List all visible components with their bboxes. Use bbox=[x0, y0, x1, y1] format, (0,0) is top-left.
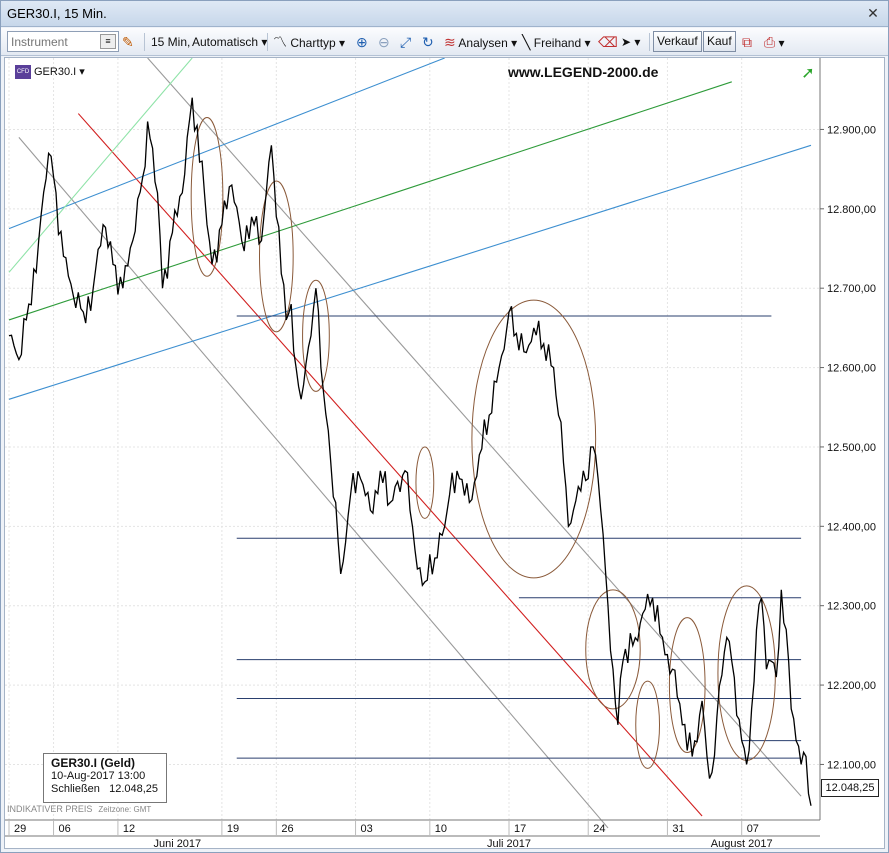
chevron-down-icon: ▾ bbox=[339, 36, 346, 50]
toolbar-separator bbox=[649, 33, 650, 51]
chevron-down-icon: ▾ bbox=[79, 66, 85, 78]
analysen-menu[interactable]: ≋ Analysen ▾ bbox=[444, 32, 517, 52]
x-tick-label: 12 bbox=[123, 823, 135, 835]
y-tick-label: 12.200,00 bbox=[827, 680, 876, 692]
line-chart-icon: 〽 bbox=[273, 34, 287, 50]
x-tick-label: 06 bbox=[59, 823, 71, 835]
symbol-label: GER30.I bbox=[34, 66, 77, 78]
x-tick-label: 19 bbox=[227, 823, 239, 835]
fit-icon[interactable]: ⤢ bbox=[400, 32, 411, 52]
price-info-box: GER30.I (Geld) 10-Aug-2017 13:00 Schließ… bbox=[43, 753, 167, 803]
chevron-down-icon: ▾ bbox=[778, 36, 785, 50]
kauf-button[interactable]: Kauf bbox=[703, 31, 736, 52]
y-tick-label: 12.800,00 bbox=[827, 204, 876, 216]
y-tick-label: 12.400,00 bbox=[827, 521, 876, 533]
trend-up-icon: ➚ bbox=[801, 65, 814, 82]
chart-window: GER30.I, 15 Min. ✕ ≡ ✎ 15 Min, Automatis… bbox=[0, 0, 889, 853]
chevron-down-icon: ▾ bbox=[584, 36, 591, 50]
print-icon: ⎙ bbox=[764, 34, 776, 50]
scale-label: Automatisch bbox=[192, 35, 259, 49]
footer-note: INDIKATIVER PREIS Zeitzone: GMT bbox=[7, 804, 151, 814]
chart-style-icon[interactable]: ✎ bbox=[122, 32, 134, 52]
x-tick-label: 17 bbox=[514, 823, 526, 835]
y-tick-label: 12.900,00 bbox=[827, 124, 876, 136]
charttype-label: Charttyp bbox=[290, 36, 336, 50]
analysen-label: Analysen bbox=[458, 36, 508, 50]
instrument-box: ≡ bbox=[7, 31, 119, 52]
compare-icon[interactable]: ⧉ bbox=[742, 32, 752, 52]
charttype-selector[interactable]: 〽 Charttyp ▾ bbox=[273, 32, 345, 52]
list-icon[interactable]: ≡ bbox=[100, 34, 116, 49]
cfd-logo-icon: CFD bbox=[15, 65, 31, 80]
month-label: Juli 2017 bbox=[487, 838, 531, 850]
indicative-price-label: INDIKATIVER PREIS bbox=[7, 804, 93, 814]
refresh-icon[interactable]: ↻ bbox=[422, 32, 434, 52]
x-tick-label: 26 bbox=[281, 823, 293, 835]
chart-area[interactable]: 12.100,00 12.200,00 12.300,00 12.400,00 12.5… bbox=[4, 57, 886, 850]
cursor-icon: ➤ bbox=[621, 35, 632, 49]
close-icon[interactable]: ✕ bbox=[864, 5, 882, 21]
info-close-value: 12.048,25 bbox=[109, 783, 159, 795]
info-datetime: 10-Aug-2017 13:00 bbox=[51, 770, 146, 782]
verkauf-button[interactable]: Verkauf bbox=[653, 31, 702, 52]
window-title: GER30.I, 15 Min. bbox=[7, 6, 107, 21]
print-menu[interactable]: ⎙ ▾ bbox=[764, 32, 785, 52]
x-tick-label: 07 bbox=[747, 823, 759, 835]
draw-line-icon: ╲ bbox=[522, 34, 531, 50]
info-close-row: Schließen 12.048,25 bbox=[51, 783, 166, 796]
timezone-label: Zeitzone: GMT bbox=[98, 805, 152, 814]
x-tick-label: 10 bbox=[435, 823, 447, 835]
watermark: www.LEGEND-2000.de bbox=[508, 64, 659, 80]
eraser-icon[interactable]: ⌫ bbox=[598, 32, 618, 52]
y-tick-label: 12.700,00 bbox=[827, 283, 876, 295]
last-price-label: 12.048,25 bbox=[821, 779, 879, 797]
freihand-label: Freihand bbox=[533, 36, 582, 50]
month-label: August 2017 bbox=[711, 838, 773, 850]
toolbar-separator bbox=[144, 33, 145, 51]
y-tick-label: 12.100,00 bbox=[827, 759, 876, 771]
y-tick-label: 12.600,00 bbox=[827, 363, 876, 375]
symbol-badge[interactable]: CFD GER30.I ▾ bbox=[15, 64, 85, 80]
analysis-icon: ≋ bbox=[444, 34, 456, 50]
info-title: GER30.I (Geld) bbox=[51, 756, 136, 770]
cursor-selector[interactable]: ➤ ▾ bbox=[621, 32, 640, 52]
zoom-in-icon[interactable]: ⊕ bbox=[356, 32, 368, 52]
freihand-menu[interactable]: ╲ Freihand ▾ bbox=[522, 32, 591, 52]
instrument-input[interactable] bbox=[11, 34, 99, 49]
info-close-label: Schließen bbox=[51, 783, 100, 795]
zoom-out-icon[interactable]: ⊖ bbox=[378, 32, 390, 52]
x-tick-label: 29 bbox=[14, 823, 26, 835]
chevron-down-icon: ▾ bbox=[511, 36, 518, 50]
toolbar-separator bbox=[267, 33, 268, 51]
plot-background bbox=[5, 58, 820, 820]
x-tick-label: 24 bbox=[593, 823, 605, 835]
y-tick-label: 12.500,00 bbox=[827, 442, 876, 454]
scale-selector[interactable]: Automatisch ▾ bbox=[192, 32, 267, 52]
price-chart[interactable]: 12.100,00 12.200,00 12.300,00 12.400,00 12.5… bbox=[5, 58, 886, 850]
interval-label: 15 Min, bbox=[151, 35, 191, 49]
chevron-down-icon: ▾ bbox=[634, 35, 641, 49]
x-tick-label: 03 bbox=[361, 823, 373, 835]
month-label: Juni 2017 bbox=[153, 838, 201, 850]
interval-selector[interactable]: 15 Min, bbox=[151, 32, 190, 52]
title-bar: GER30.I, 15 Min. ✕ bbox=[1, 1, 888, 27]
toolbar: ≡ ✎ 15 Min, Automatisch ▾ 〽 Charttyp ▾ ⊕… bbox=[1, 28, 888, 56]
y-tick-label: 12.300,00 bbox=[827, 601, 876, 613]
x-tick-label: 31 bbox=[672, 823, 684, 835]
